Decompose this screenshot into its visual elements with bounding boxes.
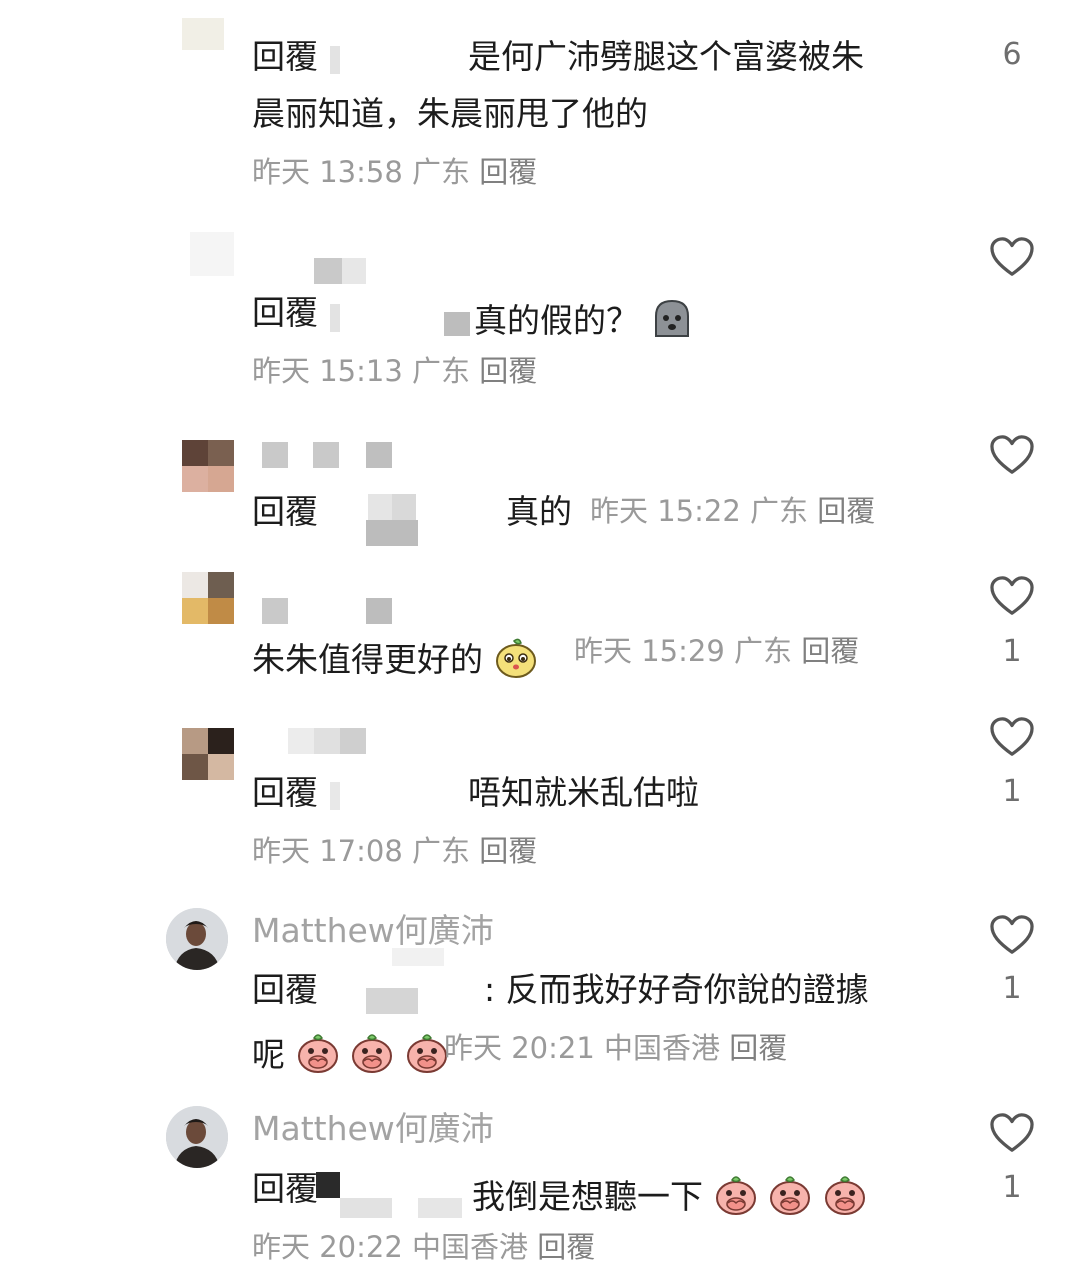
redacted-mention bbox=[392, 494, 416, 520]
like-count: 1 bbox=[1002, 634, 1022, 669]
timestamp-location: 昨天 17:08 广东 bbox=[252, 834, 471, 868]
redacted-username bbox=[366, 442, 392, 468]
redacted-mention bbox=[366, 520, 418, 546]
avatar[interactable] bbox=[182, 572, 234, 624]
pink-peach-covering-mouth-emoji bbox=[350, 1030, 394, 1074]
heart-outline-icon[interactable] bbox=[989, 236, 1035, 278]
heart-outline-icon[interactable] bbox=[989, 434, 1035, 476]
comment-body-line1: : 反而我好好奇你說的證據 bbox=[484, 970, 869, 1009]
reply-button[interactable]: 回覆 bbox=[537, 1230, 595, 1264]
redacted-username bbox=[314, 728, 340, 754]
redacted-username bbox=[366, 598, 392, 624]
comment-text: 我倒是想聽一下 bbox=[472, 1177, 703, 1216]
comment-text: 呢 bbox=[252, 1035, 285, 1074]
redacted-username bbox=[262, 598, 288, 624]
sad-face-emoji bbox=[650, 296, 694, 340]
redacted-username bbox=[262, 442, 288, 468]
avatar[interactable] bbox=[190, 232, 234, 276]
redacted-username bbox=[340, 728, 366, 754]
heart-outline-icon[interactable] bbox=[989, 716, 1035, 758]
redacted-username bbox=[313, 442, 339, 468]
comment-meta: 昨天 20:22 中国香港 回覆 bbox=[252, 1233, 595, 1262]
username[interactable]: Matthew何廣沛 bbox=[252, 914, 494, 947]
timestamp-location: 昨天 15:13 广东 bbox=[252, 354, 471, 388]
comment-text: 唔知就米乱估啦 bbox=[468, 773, 699, 812]
comment-meta: 昨天 15:13 广东 回覆 bbox=[252, 357, 537, 386]
reply-prefix: 回覆 bbox=[252, 293, 318, 332]
reply-button[interactable]: 回覆 bbox=[801, 634, 859, 668]
redacted-mention bbox=[444, 312, 470, 336]
comment-text: 朱朱值得更好的 bbox=[252, 640, 483, 679]
heart-outline-icon[interactable] bbox=[989, 1112, 1035, 1154]
pink-peach-covering-mouth-emoji bbox=[405, 1030, 449, 1074]
comment-meta: 昨天 15:22 广东 回覆 bbox=[590, 497, 875, 526]
comment-body: 我倒是想聽一下 bbox=[472, 1172, 867, 1216]
avatar[interactable] bbox=[182, 440, 234, 492]
comment-body-line2: 呢 bbox=[252, 1030, 449, 1074]
redacted-mention bbox=[330, 782, 340, 810]
redacted-username bbox=[314, 258, 342, 284]
comment-meta: 昨天 15:29 广东 回覆 bbox=[574, 637, 859, 666]
redacted-username bbox=[342, 258, 366, 284]
reply-prefix: 回覆 bbox=[252, 37, 318, 76]
redacted-mention bbox=[340, 1198, 392, 1218]
reply-prefix: 回覆 bbox=[252, 1169, 318, 1208]
reply-button[interactable]: 回覆 bbox=[479, 155, 537, 189]
heart-outline-icon[interactable] bbox=[989, 575, 1035, 617]
username[interactable]: Matthew何廣沛 bbox=[252, 1112, 494, 1145]
like-count: 1 bbox=[1002, 971, 1022, 1006]
like-count: 1 bbox=[1002, 1170, 1022, 1205]
redacted-username bbox=[288, 728, 314, 754]
timestamp-location: 昨天 15:29 广东 bbox=[574, 634, 793, 668]
redacted-username bbox=[330, 46, 340, 74]
redacted-mention bbox=[366, 988, 418, 1014]
redacted-mention bbox=[316, 1172, 340, 1198]
redacted-mention bbox=[392, 948, 444, 966]
reply-button[interactable]: 回覆 bbox=[817, 494, 875, 528]
comment-text: 真的 bbox=[506, 492, 572, 531]
redacted-mention bbox=[418, 1198, 462, 1218]
timestamp-location: 昨天 15:22 广东 bbox=[590, 494, 809, 528]
comment-text: 回覆 bbox=[252, 40, 318, 73]
comment-meta: 昨天 20:21 中国香港 回覆 bbox=[444, 1034, 787, 1063]
comment-text: 真的假的？ bbox=[474, 301, 639, 340]
like-count: 1 bbox=[1002, 774, 1022, 809]
timestamp-location: 昨天 20:22 中国香港 bbox=[252, 1230, 529, 1264]
reply-prefix: 回覆 bbox=[252, 970, 318, 1009]
avatar[interactable] bbox=[182, 18, 224, 50]
comment-body: 真的假的？ bbox=[474, 296, 694, 340]
avatar[interactable] bbox=[166, 908, 228, 970]
yellow-peach-face-emoji bbox=[494, 635, 538, 679]
pink-peach-covering-mouth-emoji bbox=[714, 1172, 758, 1216]
reply-prefix: 回覆 bbox=[252, 773, 318, 812]
avatar[interactable] bbox=[166, 1106, 228, 1168]
timestamp-location: 昨天 20:21 中国香港 bbox=[444, 1031, 721, 1065]
like-count: 6 bbox=[1002, 37, 1022, 72]
redacted-mention bbox=[330, 304, 340, 332]
comment-body-line2: 晨丽知道，朱晨丽甩了他的 bbox=[252, 94, 648, 133]
avatar[interactable] bbox=[182, 728, 234, 780]
reply-button[interactable]: 回覆 bbox=[479, 354, 537, 388]
comment-body: 朱朱值得更好的 bbox=[252, 635, 538, 679]
reply-prefix: 回覆 bbox=[252, 492, 318, 531]
timestamp-location: 昨天 13:58 广东 bbox=[252, 155, 471, 189]
pink-peach-covering-mouth-emoji bbox=[823, 1172, 867, 1216]
comment-meta: 昨天 17:08 广东 回覆 bbox=[252, 837, 537, 866]
reply-button[interactable]: 回覆 bbox=[479, 834, 537, 868]
heart-outline-icon[interactable] bbox=[989, 914, 1035, 956]
comment-body-line1: 是何广沛劈腿这个富婆被朱 bbox=[468, 37, 864, 76]
comment-meta: 昨天 13:58 广东 回覆 bbox=[252, 158, 537, 187]
redacted-mention bbox=[368, 494, 392, 520]
pink-peach-covering-mouth-emoji bbox=[296, 1030, 340, 1074]
pink-peach-covering-mouth-emoji bbox=[768, 1172, 812, 1216]
reply-button[interactable]: 回覆 bbox=[729, 1031, 787, 1065]
